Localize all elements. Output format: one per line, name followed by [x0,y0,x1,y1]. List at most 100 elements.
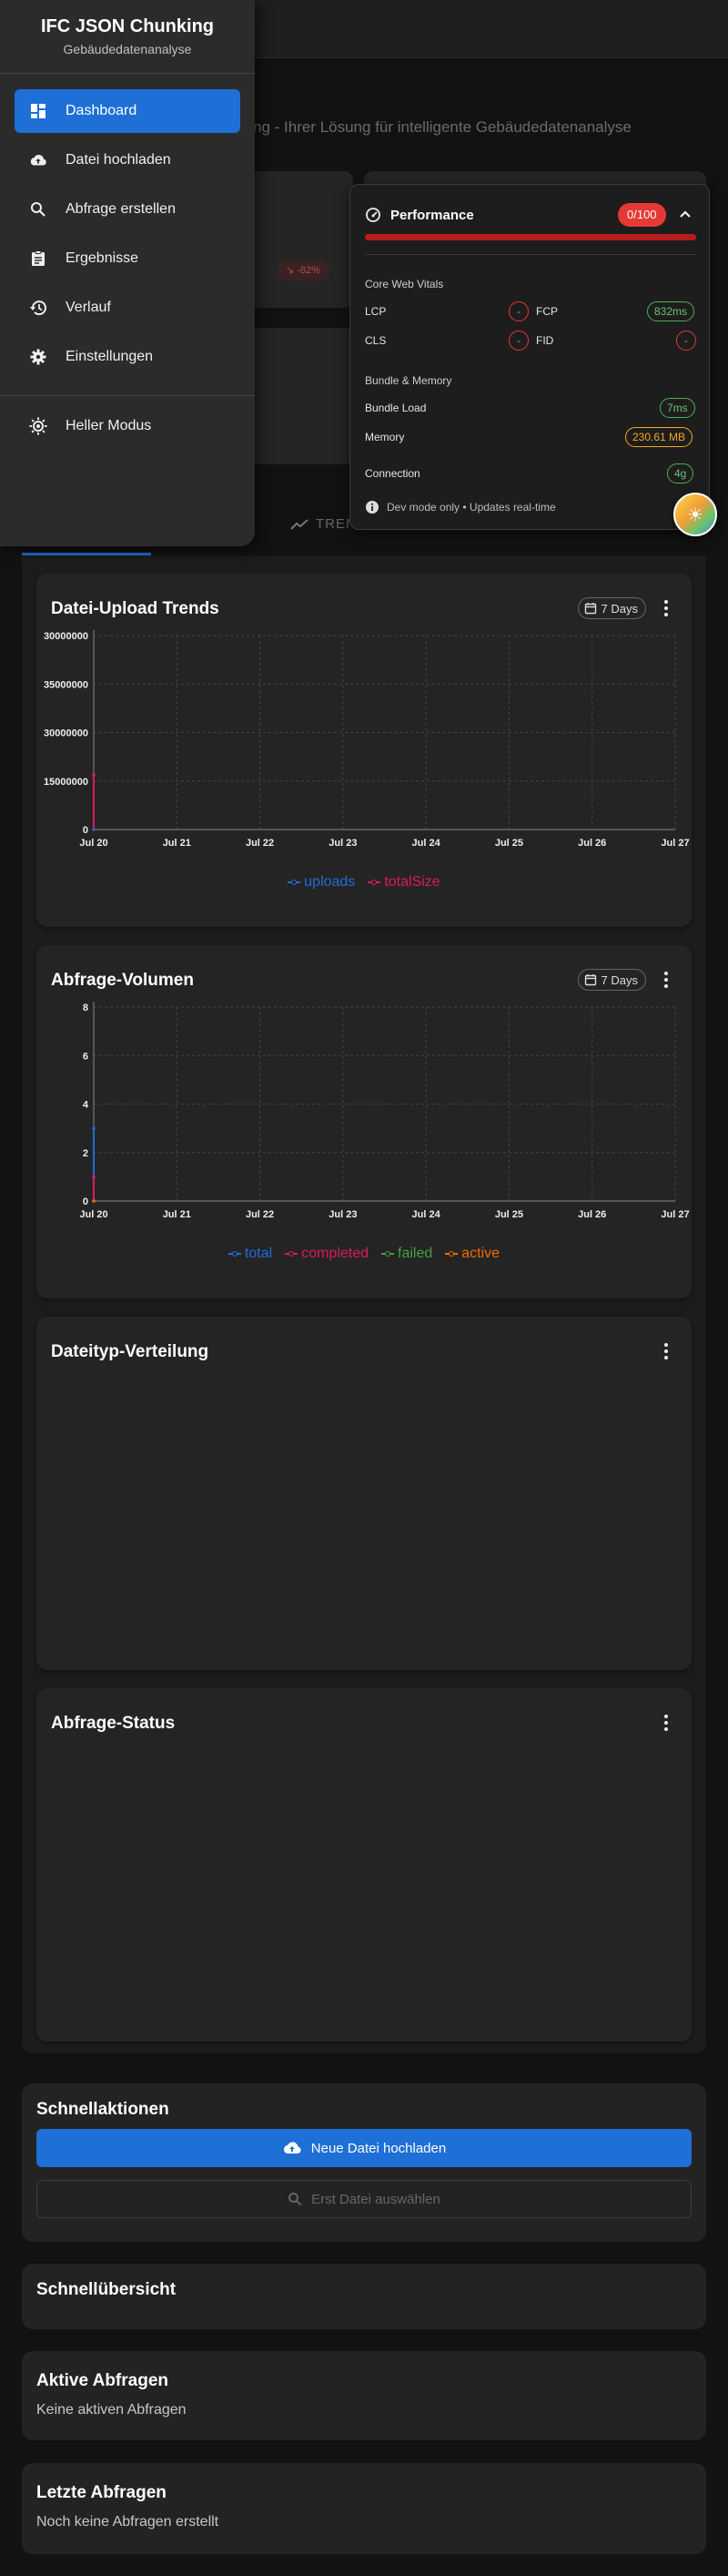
x-tick-label: Jul 20 [79,838,107,849]
tab-trends[interactable]: TREN [290,516,357,532]
more-vert-icon[interactable] [657,1339,675,1364]
x-tick-label: Jul 26 [578,1209,606,1220]
upload-trends-card: Datei-Upload Trends 7 Days 0 15000000 3000… [36,574,692,927]
button-label: Erst Datei auswählen [311,2191,440,2207]
y-tick-label: 8 [83,1003,88,1013]
legend-label: uploads [304,874,356,890]
sidebar-item-label: Abfrage erstellen [66,201,176,217]
bundle-load-label: Bundle Load [365,402,427,414]
performance-score-badge: 0/100 [618,203,666,227]
fcp-label: FCP [536,305,558,318]
x-tick-label: Jul 20 [79,1209,107,1220]
y-tick-label: 30000000 [44,728,88,739]
legend-label: totalSize [384,874,440,890]
upload-new-file-button[interactable]: Neue Datei hochladen [36,2129,692,2167]
legend-item[interactable]: totalSize [368,874,440,891]
cls-label: CLS [365,334,387,347]
section-title: Schnellaktionen [36,2100,169,2119]
recent-queries-card: Letzte Abfragen Noch keine Abfragen erst… [22,2463,706,2554]
x-tick-label: Jul 22 [246,1209,274,1220]
x-tick-label: Jul 22 [246,838,274,849]
sidebar-item-settings[interactable]: Einstellungen [15,335,240,379]
legend-item[interactable]: uploads [288,874,355,891]
cls-value: - [509,331,529,351]
chevron-up-icon[interactable] [676,205,694,223]
history-icon [29,299,47,317]
legend-marker-icon [288,879,301,886]
performance-toggle-button[interactable]: ☀ [673,493,717,536]
sidebar-item-results[interactable]: Ergebnisse [15,237,240,280]
avatar-icon: ☀ [687,504,703,525]
button-label: Neue Datei hochladen [310,2140,447,2156]
y-tick-label: 6 [83,1051,88,1062]
overview-card: Schnellübersicht [22,2264,706,2329]
section-title: Letzte Abfragen [36,2483,167,2502]
performance-title: Performance [390,208,474,223]
query-volume-card: Abfrage-Volumen 7 Days 0 2 4 6 8 Jul 20 Jul 21… [36,945,692,1298]
performance-monitor: Performance 0/100 Core Web Vitals LCP - … [349,184,710,530]
y-tick-label: 15000000 [44,777,88,788]
trending-icon [290,518,308,530]
connection-value: 4g [667,463,694,484]
section-title: Schnellübersicht [36,2280,177,2299]
legend-marker-icon [285,1250,298,1257]
sidebar-item-history[interactable]: Verlauf [15,286,240,330]
quick-actions-card: Schnellaktionen Neue Datei hochladen Ers… [22,2083,706,2242]
performance-score-bar [365,234,696,240]
data-point[interactable] [92,1175,96,1179]
sidebar-item-label: Dashboard [66,103,137,118]
legend-item[interactable]: active [445,1246,500,1262]
legend-item[interactable]: failed [381,1246,432,1262]
legend-marker-icon [445,1250,459,1257]
legend-label: total [244,1246,273,1261]
brightness-icon [29,417,47,435]
x-tick-label: Jul 23 [329,1209,357,1220]
divider [0,73,255,74]
y-tick-label: 30000000 [44,631,88,642]
memory-label: Memory [365,431,405,443]
lcp-label: LCP [365,305,387,318]
cloud-upload-icon [29,151,47,169]
data-point[interactable] [92,1199,96,1203]
footer-text: Dev mode only • Updates real-time [387,501,556,514]
fcp-value: 832ms [647,301,695,321]
legend-item[interactable]: completed [285,1246,369,1262]
search-icon [288,2193,302,2206]
trend-badge: ↘ -82% [277,260,329,280]
filetype-distribution-card: Dateityp-Verteilung [36,1317,692,1670]
select-file-first-button[interactable]: Erst Datei auswählen [36,2180,692,2218]
x-tick-label: Jul 23 [329,838,357,849]
app-subtitle: Gebäudedatenanalyse [63,42,192,56]
charts-panel: Datei-Upload Trends 7 Days 0 15000000 3000… [22,555,706,2053]
data-point[interactable] [92,1126,96,1130]
lcp-value: - [509,301,529,321]
more-vert-icon[interactable] [657,1710,675,1736]
core-web-vitals-heading: Core Web Vitals [365,278,444,290]
y-tick-label: 0 [83,1196,88,1207]
empty-state-text: Noch keine Abfragen erstellt [36,2514,219,2530]
legend-item[interactable]: total [228,1246,272,1262]
dashboard-icon [29,102,47,120]
sidebar-item-upload[interactable]: Datei hochladen [15,138,240,182]
y-tick-label: 0 [83,825,88,836]
chart-legend: uploads totalSize [36,874,692,891]
x-tick-label: Jul 24 [412,838,441,849]
sidebar-item-label: Verlauf [66,300,111,315]
data-point[interactable] [92,772,96,777]
speedometer-icon [366,208,380,222]
theme-toggle[interactable]: Heller Modus [15,404,240,448]
navigation-drawer: IFC JSON Chunking Gebäudedatenanalyse Da… [0,0,255,546]
sidebar-item-label: Ergebnisse [66,250,139,266]
sidebar-item-label: Einstellungen [66,349,154,364]
legend-label: failed [398,1246,433,1261]
sidebar-item-dashboard[interactable]: Dashboard [15,89,240,133]
x-tick-label: Jul 25 [495,1209,523,1220]
active-queries-card: Aktive Abfragen Keine aktiven Abfragen [22,2351,706,2440]
bundle-load-value: 7ms [660,398,695,418]
info-icon [366,501,379,514]
theme-toggle-label: Heller Modus [66,418,152,433]
sidebar-item-create-query[interactable]: Abfrage erstellen [15,188,240,231]
bundle-memory-heading: Bundle & Memory [365,374,452,387]
x-tick-label: Jul 21 [163,838,191,849]
chart-legend: total completed failed active [36,1246,692,1262]
